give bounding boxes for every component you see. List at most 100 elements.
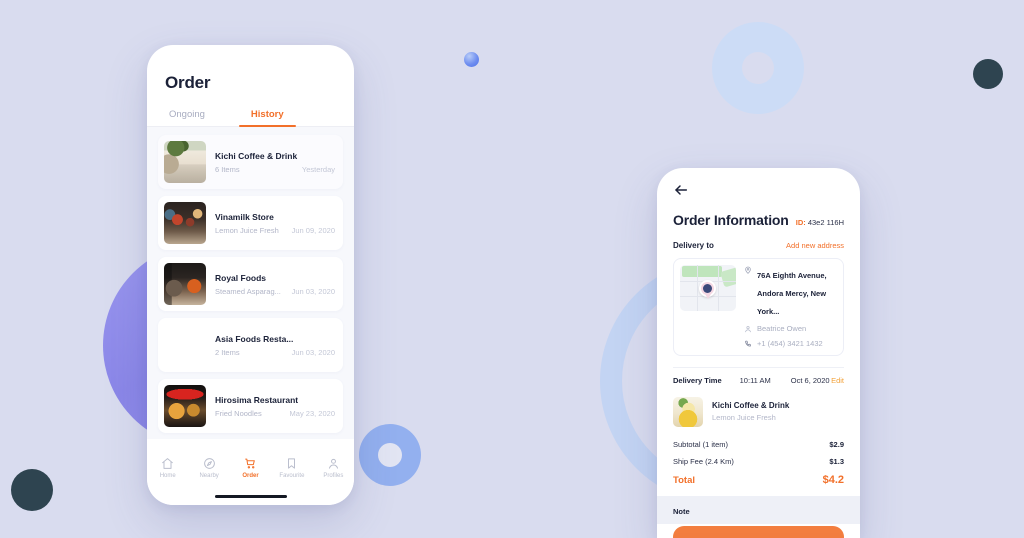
nav-item-nearby[interactable]: Nearby xyxy=(188,457,229,479)
screenshot-canvas: Order Ongoing History Kichi Coffee & Dri… xyxy=(0,0,1024,538)
total-label: Total xyxy=(673,474,695,486)
page-title: Order Information xyxy=(673,212,789,228)
decorative-blue-sphere xyxy=(464,52,479,67)
order-meta: Kichi Coffee & Drink 6 Items Yesterday xyxy=(206,151,337,174)
nav-label: Favourite xyxy=(279,473,305,479)
order-id-value: 43e2 116H xyxy=(807,218,844,227)
order-id-label: ID: xyxy=(795,218,806,227)
price-value: $1.3 xyxy=(829,456,844,466)
person-icon xyxy=(327,457,340,470)
order-thumbnail xyxy=(164,202,206,244)
nav-label: Profiles xyxy=(323,473,344,479)
decorative-ring-middle xyxy=(359,424,421,486)
delivery-address-card[interactable]: 76A Eighth Avenue, Andora Mercy, New Yor… xyxy=(673,258,844,356)
list-item[interactable]: Vinamilk Store Lemon Juice Fresh Jun 09,… xyxy=(158,196,343,250)
cart-icon xyxy=(244,457,257,470)
compass-icon xyxy=(203,457,216,470)
nav-item-order[interactable]: Order xyxy=(230,457,271,479)
note-label: Note xyxy=(673,506,690,516)
tab-ongoing[interactable]: Ongoing xyxy=(169,109,205,127)
delivery-date-value: Oct 6, 2020 xyxy=(790,375,830,385)
list-item[interactable]: Hirosima Restaurant Fried Noodles May 23… xyxy=(158,379,343,433)
address-line-1: 76A Eighth Avenue, xyxy=(757,271,827,280)
arrow-left-icon[interactable] xyxy=(673,182,689,198)
person-icon xyxy=(744,325,752,333)
order-id: ID: 43e2 116H xyxy=(796,218,844,227)
nav-item-favourite[interactable]: Favourite xyxy=(271,457,312,479)
item-name: Kichi Coffee & Drink xyxy=(712,401,790,410)
order-detail: Lemon Juice Fresh xyxy=(215,225,279,235)
order-detail: 6 Items xyxy=(215,164,240,174)
order-item-row[interactable]: Kichi Coffee & Drink Lemon Juice Fresh xyxy=(673,393,844,436)
primary-action-button[interactable] xyxy=(673,526,844,538)
total-value: $4.2 xyxy=(822,473,844,486)
order-detail: Steamed Asparag... xyxy=(215,286,281,296)
order-name: Hirosima Restaurant xyxy=(215,394,299,405)
nav-label: Nearby xyxy=(199,473,219,479)
note-section-header: Note xyxy=(657,495,860,524)
order-tabs: Ongoing History xyxy=(165,109,336,127)
order-detail: Fried Noodles xyxy=(215,408,262,418)
price-row-subtotal: Subtotal (1 item) $2.9 xyxy=(673,436,844,453)
order-thumbnail xyxy=(164,263,206,305)
order-name: Asia Foods Resta... xyxy=(215,333,294,344)
order-thumbnail xyxy=(164,141,206,183)
order-meta: Vinamilk Store Lemon Juice Fresh Jun 09,… xyxy=(206,212,337,235)
decorative-dot-top-right xyxy=(973,59,1003,89)
location-pin-icon xyxy=(699,280,716,299)
decorative-ring-top-right xyxy=(712,22,804,114)
delivery-time-row: Delivery Time 10:11 AM Oct 6, 2020 Edit xyxy=(673,368,844,393)
recipient-phone: +1 (454) 3421 1432 xyxy=(757,338,823,348)
recipient-name: Beatrice Owen xyxy=(757,324,807,333)
price-row-total: Total $4.2 xyxy=(673,470,844,490)
list-item[interactable]: Royal Foods Steamed Asparag... Jun 03, 2… xyxy=(158,257,343,311)
order-name: Royal Foods xyxy=(215,272,267,283)
order-thumbnail xyxy=(164,385,206,427)
order-detail: 2 Items xyxy=(215,347,240,357)
item-detail: Lemon Juice Fresh xyxy=(712,413,776,422)
phone-icon xyxy=(744,340,752,348)
order-date: May 23, 2020 xyxy=(289,408,335,418)
order-history-list[interactable]: Kichi Coffee & Drink 6 Items Yesterday V… xyxy=(147,127,354,439)
list-item[interactable]: Kichi Coffee & Drink 6 Items Yesterday xyxy=(158,135,343,189)
order-meta: Hirosima Restaurant Fried Noodles May 23… xyxy=(206,395,337,418)
add-new-address-link[interactable]: Add new address xyxy=(786,241,844,250)
bookmark-icon xyxy=(285,457,298,470)
nav-item-profiles[interactable]: Profiles xyxy=(313,457,354,479)
order-information-content: Order Information ID: 43e2 116H Delivery… xyxy=(657,168,860,538)
order-name: Vinamilk Store xyxy=(215,211,274,222)
order-information-phone-mockup: Order Information ID: 43e2 116H Delivery… xyxy=(657,168,860,538)
order-header: Order Ongoing History xyxy=(147,45,354,127)
nav-item-home[interactable]: Home xyxy=(147,457,188,479)
price-value: $2.9 xyxy=(829,439,844,449)
nav-label: Order xyxy=(242,473,259,479)
delivery-time-value: 10:11 AM xyxy=(739,375,771,385)
address-line-2: Andora Mercy, New York... xyxy=(757,289,827,316)
list-item[interactable]: Asia Foods Resta... 2 Items Jun 03, 2020 xyxy=(158,318,343,372)
tab-history[interactable]: History xyxy=(239,109,296,127)
order-date: Jun 03, 2020 xyxy=(291,347,335,357)
decorative-dot-bottom-left xyxy=(11,469,53,511)
bottom-navigation-bar: Home Nearby Order Favourite Profiles xyxy=(147,449,354,505)
order-meta: Royal Foods Steamed Asparag... Jun 03, 2… xyxy=(206,273,337,296)
location-icon xyxy=(744,266,752,274)
order-name: Kichi Coffee & Drink xyxy=(215,150,298,161)
price-row-ship-fee: Ship Fee (2.4 Km) $1.3 xyxy=(673,453,844,470)
page-title: Order xyxy=(165,73,211,92)
order-thumbnail xyxy=(164,324,206,366)
home-icon xyxy=(161,457,174,470)
order-date: Jun 09, 2020 xyxy=(291,225,335,235)
price-label: Ship Fee (2.4 Km) xyxy=(673,456,734,466)
edit-delivery-time-button[interactable]: Edit xyxy=(831,376,844,385)
home-indicator xyxy=(214,495,287,498)
price-label: Subtotal (1 item) xyxy=(673,439,729,449)
order-date: Jun 03, 2020 xyxy=(291,286,335,296)
delivery-time-label: Delivery Time xyxy=(673,375,722,385)
nav-label: Home xyxy=(159,473,176,479)
delivery-section-label: Delivery to xyxy=(673,241,714,250)
order-list-phone-mockup: Order Ongoing History Kichi Coffee & Dri… xyxy=(147,45,354,505)
order-date: Yesterday xyxy=(301,164,335,174)
item-thumbnail xyxy=(673,396,703,427)
order-meta: Asia Foods Resta... 2 Items Jun 03, 2020 xyxy=(206,334,337,357)
map-thumbnail[interactable] xyxy=(680,265,736,311)
